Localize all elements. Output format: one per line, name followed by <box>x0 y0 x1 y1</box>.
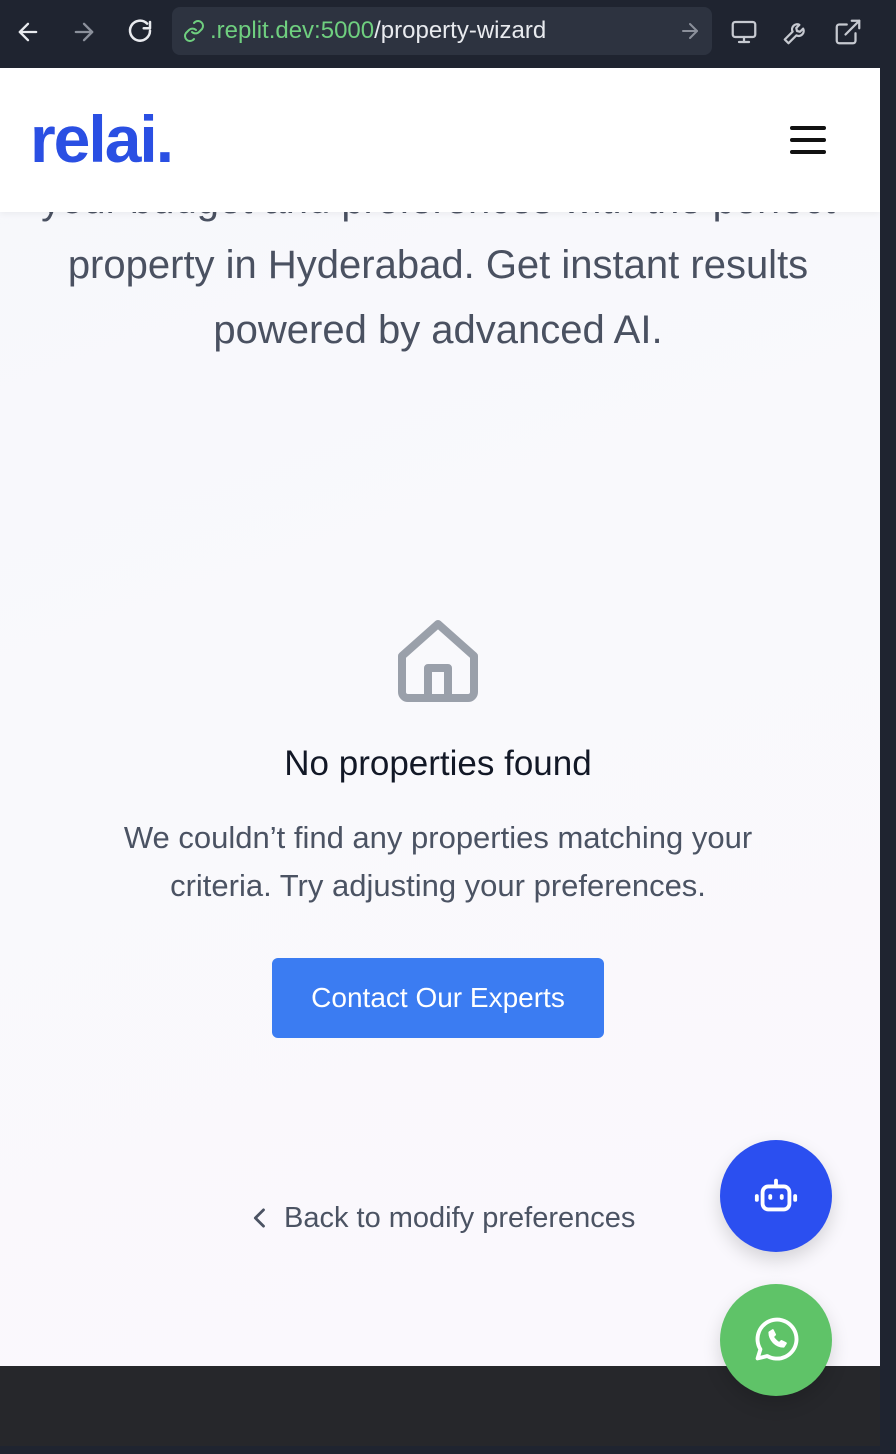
forward-button[interactable] <box>64 12 104 52</box>
devtools-button[interactable] <box>776 12 816 52</box>
brand-logo[interactable]: relai. <box>30 106 174 172</box>
window-edge <box>880 68 896 1454</box>
site-header: relai. <box>0 68 880 212</box>
go-arrow-icon[interactable] <box>678 19 702 43</box>
whatsapp-button[interactable] <box>720 1284 832 1396</box>
house-icon <box>398 620 478 702</box>
chevron-left-icon <box>253 1208 265 1228</box>
robot-icon <box>754 1178 798 1212</box>
hamburger-line <box>790 150 826 154</box>
browser-toolbar: .replit.dev:5000/property-wizard <box>0 0 896 68</box>
forward-arrow-icon <box>74 22 94 42</box>
back-to-preferences-link[interactable]: Back to modify preferences <box>246 1198 635 1238</box>
hamburger-line <box>790 138 826 142</box>
reload-icon <box>128 19 152 42</box>
back-button[interactable] <box>8 12 48 52</box>
window-bottom-edge <box>0 1446 896 1454</box>
ai-assistant-button[interactable] <box>720 1140 832 1252</box>
address-bar[interactable]: .replit.dev:5000/property-wizard <box>172 7 712 55</box>
reload-button[interactable] <box>120 12 160 52</box>
contact-experts-button[interactable]: Contact Our Experts <box>272 958 604 1038</box>
url-path: /property-wizard <box>374 17 547 44</box>
back-link-label: Back to modify preferences <box>284 1201 636 1234</box>
open-new-tab-button[interactable] <box>828 12 868 52</box>
wrench-icon <box>783 23 805 45</box>
external-link-icon <box>835 19 861 45</box>
link-icon <box>184 20 204 42</box>
hamburger-menu-button[interactable] <box>786 120 830 160</box>
empty-state-description: We couldn’t find any properties matching… <box>123 820 753 903</box>
back-arrow-icon <box>18 22 38 42</box>
monitor-icon <box>731 20 757 44</box>
empty-state-title: No properties found <box>284 744 592 783</box>
url-host: .replit.dev:5000 <box>210 17 375 44</box>
whatsapp-icon <box>755 1317 799 1361</box>
hamburger-menu-icon <box>790 126 826 130</box>
devices-button[interactable] <box>724 12 764 52</box>
